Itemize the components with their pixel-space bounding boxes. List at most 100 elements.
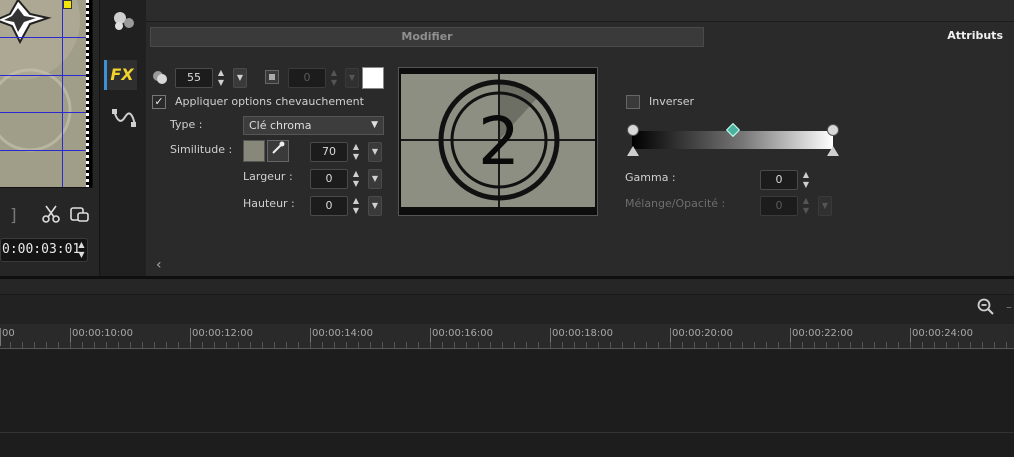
melange-dropdown[interactable]: ▼ — [818, 196, 832, 216]
video-preview[interactable] — [0, 0, 93, 188]
ruler-minor-tick — [442, 342, 443, 348]
ruler-minor-tick — [70, 342, 71, 348]
opacity-field[interactable]: 55 — [175, 68, 213, 88]
ruler-minor-tick — [982, 342, 983, 348]
melange-label: Mélange/Opacité : — [625, 197, 726, 210]
zoom-out-icon[interactable] — [977, 298, 995, 320]
type-select[interactable]: Clé chroma ▼ — [243, 116, 384, 135]
ruler-minor-tick — [634, 342, 635, 348]
ruler-tick: 00 — [0, 324, 15, 346]
ruler-minor-tick — [670, 342, 671, 348]
ruler-minor-tick — [286, 342, 287, 348]
ruler-minor-tick — [742, 342, 743, 348]
ruler-minor-tick — [838, 342, 839, 348]
bracket-icon[interactable]: ] — [10, 205, 17, 227]
ruler-minor-tick — [118, 342, 119, 348]
ruler-minor-tick — [562, 342, 563, 348]
cut-icon[interactable] — [40, 205, 62, 229]
similitude-dropdown[interactable]: ▼ — [368, 142, 382, 162]
timeline-tracks[interactable] — [0, 350, 1014, 457]
ruler-minor-tick — [142, 342, 143, 348]
similitude-field[interactable]: 70 — [310, 142, 348, 162]
ruler-minor-tick — [454, 342, 455, 348]
ruler-minor-tick — [190, 342, 191, 348]
type-label: Type : — [170, 118, 203, 131]
hauteur-field[interactable]: 0 — [310, 196, 348, 216]
melange-field[interactable]: 0 — [760, 196, 798, 216]
overlay-checkbox-label: Appliquer options chevauchement — [175, 95, 364, 108]
ruler-minor-tick — [322, 342, 323, 348]
ruler-minor-tick — [1006, 342, 1007, 348]
ruler-minor-tick — [658, 342, 659, 348]
tab-modifier[interactable]: Modifier — [150, 27, 704, 47]
zoom-slider[interactable]: – — [1006, 300, 1012, 314]
gamma-spinner[interactable]: ▲ ▼ — [800, 170, 812, 190]
similitude-spinner[interactable]: ▲ ▼ — [350, 142, 362, 162]
panel-header — [146, 0, 1014, 22]
motion-path-icon[interactable] — [107, 107, 140, 137]
key-color-swatch[interactable] — [243, 140, 265, 162]
ruler-tick: 00:00:22:00 — [790, 324, 853, 346]
ruler-minor-tick — [274, 342, 275, 348]
ruler-tick: 00:00:12:00 — [190, 324, 253, 346]
ruler-minor-tick — [34, 342, 35, 348]
largeur-dropdown[interactable]: ▼ — [368, 169, 382, 189]
hauteur-dropdown[interactable]: ▼ — [368, 196, 382, 216]
countdown-number: 2 — [478, 103, 520, 180]
inverser-checkbox[interactable] — [626, 95, 640, 109]
hauteur-spinner[interactable]: ▲ ▼ — [350, 196, 362, 216]
ruler-minor-tick — [46, 342, 47, 348]
largeur-field[interactable]: 0 — [310, 169, 348, 189]
ruler-minor-tick — [430, 342, 431, 348]
ruler-minor-tick — [622, 342, 623, 348]
border-color-swatch[interactable] — [362, 67, 384, 89]
overlay-checkbox[interactable]: ✓ — [152, 95, 166, 109]
snapshot-icon[interactable] — [69, 205, 91, 229]
ruler-minor-tick — [334, 342, 335, 348]
ruler-minor-tick — [874, 342, 875, 348]
ruler-minor-tick — [406, 342, 407, 348]
border-field[interactable]: 0 — [288, 68, 326, 88]
ruler-minor-tick — [250, 342, 251, 348]
timeline-header — [0, 279, 1014, 295]
border-dropdown[interactable]: ▼ — [345, 68, 359, 88]
gradient-right-stop[interactable] — [827, 146, 839, 156]
ruler-minor-tick — [238, 342, 239, 348]
gradient-start-handle[interactable] — [627, 124, 639, 136]
ruler-minor-tick — [574, 342, 575, 348]
ruler-minor-tick — [910, 342, 911, 348]
gradient-end-handle[interactable] — [827, 124, 839, 136]
timecode-field[interactable]: 0:00:03:01 — [0, 238, 88, 262]
ruler-minor-tick — [682, 342, 683, 348]
gradient-left-stop[interactable] — [627, 146, 639, 156]
ruler-minor-tick — [730, 342, 731, 348]
gamma-field[interactable]: 0 — [760, 170, 798, 190]
border-spinner[interactable]: ▲ ▼ — [328, 68, 340, 88]
melange-spinner[interactable]: ▲ ▼ — [800, 196, 812, 216]
ruler-minor-tick — [466, 342, 467, 348]
opacity-spinner[interactable]: ▲ ▼ — [215, 68, 227, 88]
particles-icon[interactable] — [107, 10, 140, 40]
resize-handle[interactable] — [63, 0, 72, 9]
safe-area-border — [86, 0, 92, 187]
ruler-minor-tick — [826, 342, 827, 348]
eyedropper-icon[interactable] — [267, 140, 289, 162]
opacity-dropdown[interactable]: ▼ — [233, 68, 247, 88]
timecode-spinner[interactable]: ▲ ▼ — [76, 240, 87, 260]
ruler-minor-tick — [790, 342, 791, 348]
time-ruler[interactable]: 00 00:00:10:00 00:00:12:00 00:00:14:00 0… — [0, 324, 1014, 349]
largeur-spinner[interactable]: ▲ ▼ — [350, 169, 362, 189]
countdown-leader: 2 — [401, 74, 595, 207]
ruler-minor-tick — [370, 342, 371, 348]
tab-attributs[interactable]: Attributs — [704, 27, 1014, 47]
ruler-minor-tick — [346, 342, 347, 348]
ruler-minor-tick — [862, 342, 863, 348]
ruler-minor-tick — [766, 342, 767, 348]
ruler-minor-tick — [754, 342, 755, 348]
fx-icon[interactable]: FX — [104, 60, 137, 90]
ruler-minor-tick — [550, 342, 551, 348]
collapse-icon[interactable]: ‹ — [156, 257, 162, 273]
ruler-minor-tick — [946, 342, 947, 348]
type-select-value: Clé chroma — [249, 119, 312, 132]
ruler-minor-tick — [94, 342, 95, 348]
